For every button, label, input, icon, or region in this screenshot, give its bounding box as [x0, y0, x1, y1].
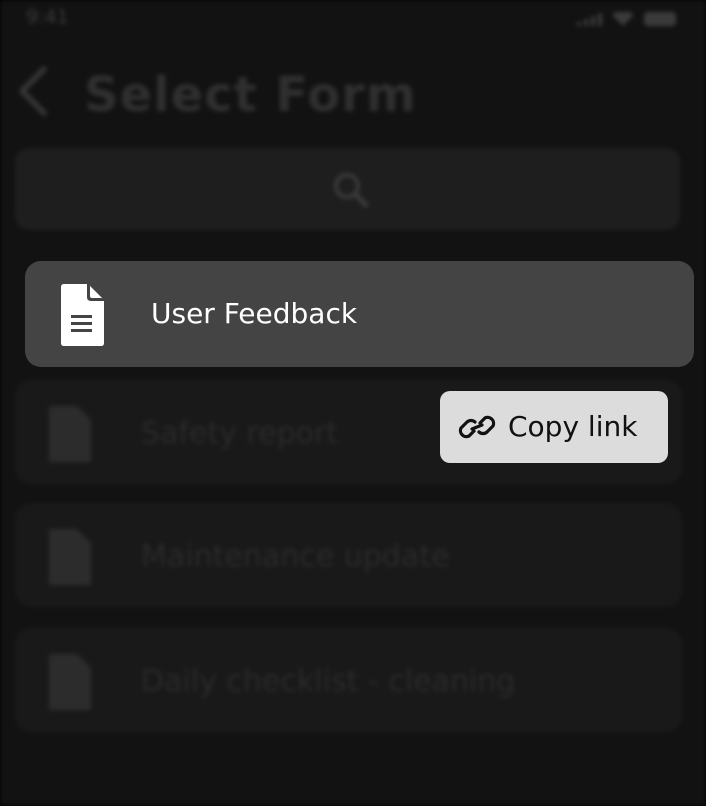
status-time: 9:41 [26, 6, 69, 28]
link-icon [458, 415, 496, 439]
list-item-daily-checklist[interactable]: Daily checklist - cleaning [15, 628, 682, 732]
list-item-maintenance-update[interactable]: Maintenance update [15, 503, 682, 607]
document-icon [49, 654, 91, 710]
header: Select Form [0, 55, 706, 145]
list-item-label: Maintenance update [141, 539, 450, 574]
wifi-icon [612, 12, 634, 26]
list-item-label: Safety report [141, 416, 339, 451]
back-arrow-icon[interactable] [14, 61, 54, 121]
search-icon [334, 173, 369, 208]
status-bar: 9:41 [0, 0, 706, 40]
document-icon [49, 529, 91, 585]
list-item-user-feedback[interactable]: User Feedback [25, 261, 694, 367]
page-title: Select Form [84, 67, 417, 123]
search-input[interactable] [15, 148, 680, 230]
list-item-label: User Feedback [151, 297, 358, 330]
status-icons [577, 12, 676, 26]
document-icon [49, 406, 91, 462]
battery-icon [644, 12, 676, 26]
document-icon [61, 284, 104, 346]
copy-link-label: Copy link [508, 410, 638, 443]
list-item-label: Daily checklist - cleaning [141, 664, 516, 699]
copy-link-button[interactable]: Copy link [440, 391, 668, 463]
signal-icon [577, 13, 602, 26]
